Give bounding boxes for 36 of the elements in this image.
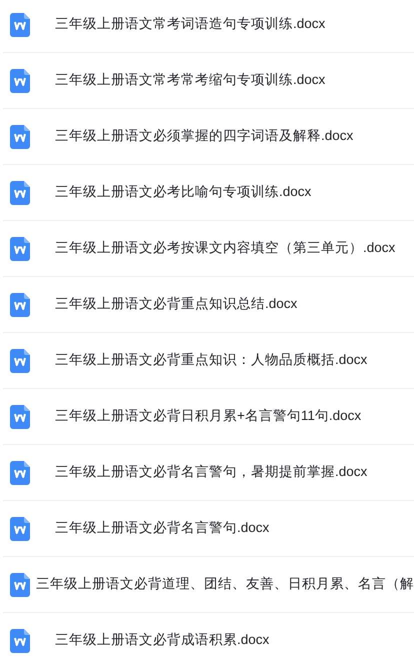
file-name: 三年级上册语文必背成语积累.docx [55, 631, 270, 650]
word-document-icon [10, 68, 30, 92]
file-row[interactable]: 三年级上册语文常考常考缩句专项训练.docx [3, 53, 414, 109]
file-row[interactable]: 三年级上册语文必背日积月累+名言警句11句.docx [3, 389, 414, 445]
file-name: 三年级上册语文必须掌握的四字词语及解释.docx [55, 127, 354, 146]
word-document-icon [10, 180, 30, 204]
file-row[interactable]: 三年级上册语文必须掌握的四字词语及解释.docx [3, 109, 414, 165]
file-row[interactable]: 三年级上册语文必背道理、团结、友善、日积月累、名言（解 [3, 557, 414, 613]
file-name: 三年级上册语文必背名言警句.docx [55, 519, 270, 538]
word-document-icon [10, 460, 30, 484]
file-row[interactable]: 三年级上册语文必背重点知识总结.docx [3, 277, 414, 333]
file-name: 三年级上册语文必背重点知识总结.docx [55, 295, 298, 314]
word-document-icon [10, 292, 30, 316]
file-name: 三年级上册语文必背名言警句，暑期提前掌握.docx [55, 463, 368, 482]
word-document-icon [10, 628, 30, 652]
file-row[interactable]: 三年级上册语文必背重点知识：人物品质概括.docx [3, 333, 414, 389]
file-name: 三年级上册语文必考比喻句专项训练.docx [55, 183, 312, 202]
file-name: 三年级上册语文必考按课文内容填空（第三单元）.docx [55, 239, 396, 258]
file-name: 三年级上册语文常考常考缩句专项训练.docx [55, 71, 326, 90]
word-document-icon [10, 124, 30, 148]
word-document-icon [10, 12, 30, 36]
file-name: 三年级上册语文必背重点知识：人物品质概括.docx [55, 351, 368, 370]
word-document-icon [10, 572, 30, 596]
file-name: 三年级上册语文必背日积月累+名言警句11句.docx [55, 407, 362, 426]
word-document-icon [10, 516, 30, 540]
file-name: 三年级上册语文常考词语造句专项训练.docx [55, 15, 326, 34]
word-document-icon [10, 236, 30, 260]
file-row[interactable]: 三年级上册语文必考比喻句专项训练.docx [3, 165, 414, 221]
file-row[interactable]: 三年级上册语文必背名言警句.docx [3, 501, 414, 557]
file-name: 三年级上册语文必背道理、团结、友善、日积月累、名言（解 [36, 575, 414, 594]
file-row[interactable]: 三年级上册语文必考按课文内容填空（第三单元）.docx [3, 221, 414, 277]
word-document-icon [10, 404, 30, 428]
word-document-icon [10, 348, 30, 372]
file-row[interactable]: 三年级上册语文常考词语造句专项训练.docx [3, 0, 414, 53]
file-row[interactable]: 三年级上册语文必背名言警句，暑期提前掌握.docx [3, 445, 414, 501]
file-row[interactable]: 三年级上册语文必背成语积累.docx [3, 613, 414, 660]
